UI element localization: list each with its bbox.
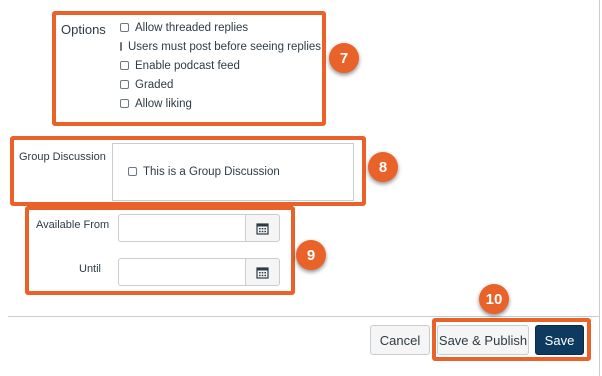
panel-right-border	[599, 0, 600, 376]
group-discussion-highlight	[10, 136, 366, 206]
dates-highlight	[25, 206, 295, 295]
callout-badge-9: 9	[296, 240, 326, 270]
cancel-button[interactable]: Cancel	[370, 325, 430, 355]
options-highlight	[52, 11, 326, 126]
callout-badge-8: 8	[368, 152, 398, 182]
footer-divider	[8, 316, 599, 317]
callout-badge-7: 7	[329, 43, 359, 73]
buttons-highlight	[432, 318, 591, 361]
callout-badge-10: 10	[479, 284, 509, 314]
